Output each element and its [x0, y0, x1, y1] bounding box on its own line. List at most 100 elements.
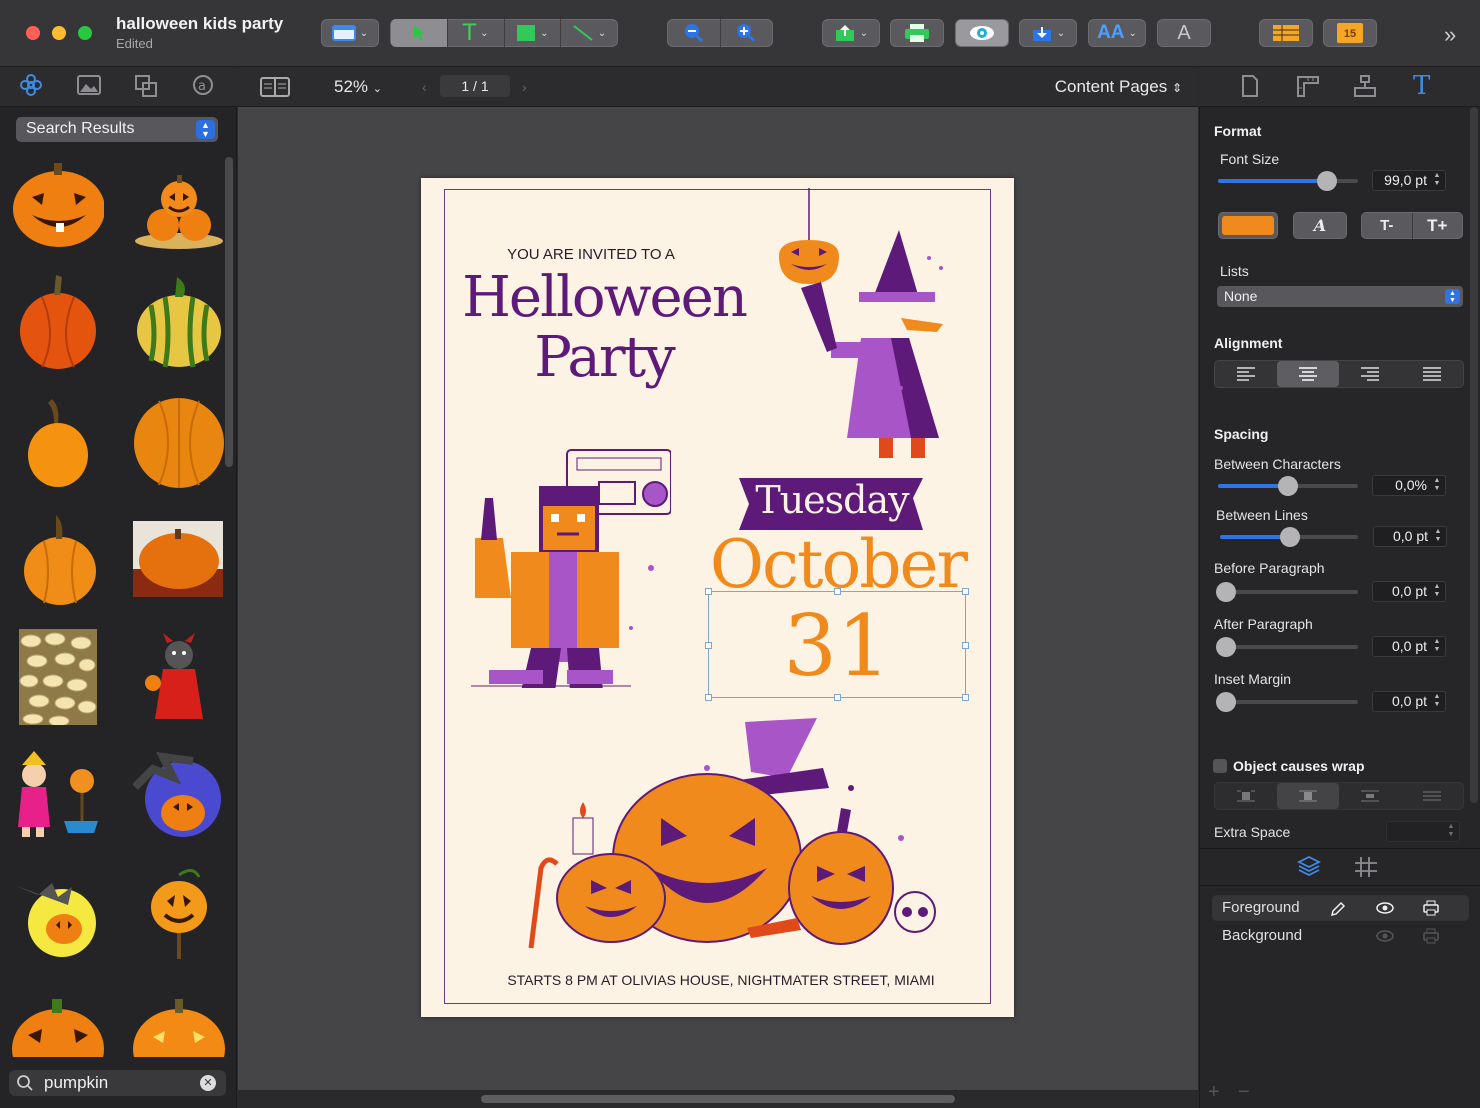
wrap-mode-button[interactable] — [1215, 783, 1277, 809]
line-tool-button[interactable]: ⌄ — [561, 19, 617, 47]
resize-handle[interactable] — [705, 694, 712, 701]
lists-popup[interactable]: None ▲ ▼ — [1217, 286, 1463, 307]
slider-knob[interactable] — [1317, 171, 1338, 191]
eye-icon[interactable] — [1376, 902, 1394, 914]
zoom-out-button[interactable] — [668, 23, 720, 43]
wrap-mode-button[interactable] — [1277, 783, 1339, 809]
pencil-icon[interactable] — [1330, 901, 1346, 917]
arrange-icon[interactable] — [1353, 75, 1377, 97]
align-justify-button[interactable] — [1401, 361, 1463, 387]
eye-icon[interactable] — [1376, 930, 1394, 942]
grid-icon[interactable] — [1355, 857, 1377, 877]
extra-space-field[interactable]: ▲ ▼ — [1386, 821, 1460, 842]
text-tool-button[interactable]: T ⌄ — [448, 19, 504, 47]
stepper-icon[interactable]: ▲ ▼ — [1431, 477, 1443, 494]
clipart-girl-with-pumpkin[interactable] — [12, 747, 104, 843]
increase-font-button[interactable]: T+ — [1413, 216, 1463, 236]
footer-text[interactable]: STARTS 8 PM AT OLIVIAS HOUSE, NIGHTMATER… — [491, 972, 951, 988]
clipart-round-pumpkin[interactable] — [133, 393, 225, 489]
invited-text[interactable]: YOU ARE INVITED TO A — [471, 246, 711, 263]
resize-handle[interactable] — [962, 588, 969, 595]
stepper-icon[interactable]: ▲ ▼ — [1431, 172, 1443, 189]
frankenstein-illustration[interactable] — [471, 438, 671, 688]
between-lines-field[interactable]: 0,0 pt ▲ ▼ — [1373, 526, 1447, 547]
after-paragraph-slider[interactable] — [1216, 637, 1358, 657]
clipart-pumpkin-on-stick[interactable] — [133, 865, 225, 961]
clipart-pumpkin-pile[interactable] — [133, 157, 225, 253]
image-icon[interactable] — [77, 75, 101, 95]
fonts-panel-button[interactable]: A — [1157, 19, 1211, 47]
content-pages-popup[interactable]: Content Pages ⇕ — [1055, 77, 1182, 97]
stepper-icon[interactable]: ▲ ▼ — [1431, 638, 1443, 655]
stepper-icon[interactable]: ▲ ▼ — [1432, 528, 1444, 545]
clipart-carved-pumpkin[interactable] — [12, 993, 104, 1057]
flower-icon[interactable] — [20, 74, 42, 96]
zoom-popup[interactable]: 52% ⌄ — [334, 77, 382, 97]
wrap-checkbox[interactable] — [1213, 759, 1227, 773]
clipart-tall-pumpkin[interactable] — [12, 511, 104, 607]
title-line-2[interactable]: Party — [459, 328, 749, 388]
resize-handle[interactable] — [834, 588, 841, 595]
pumpkins-illustration[interactable] — [511, 708, 961, 958]
document-canvas[interactable]: YOU ARE INVITED TO A Helloween Party Tue… — [238, 107, 1198, 1090]
document-icon[interactable] — [1241, 75, 1259, 97]
align-right-button[interactable] — [1339, 361, 1401, 387]
document-page[interactable]: YOU ARE INVITED TO A Helloween Party Tue… — [421, 178, 1014, 1017]
shapes-icon[interactable] — [135, 75, 157, 97]
resize-handle[interactable] — [962, 642, 969, 649]
clipart-small-pumpkin[interactable] — [12, 393, 104, 489]
ruler-icon[interactable] — [1296, 75, 1320, 97]
previous-page-button[interactable]: ‹ — [422, 79, 427, 95]
table-button[interactable] — [1259, 19, 1313, 47]
export-button[interactable]: ⌄ — [1019, 19, 1077, 47]
library-scrollbar[interactable] — [225, 157, 233, 467]
clipart-jack-o-lantern[interactable] — [12, 157, 104, 253]
inset-margin-field[interactable]: 0,0 pt ▲ ▼ — [1372, 691, 1446, 712]
title-line-1[interactable]: Helloween — [459, 270, 749, 326]
search-input[interactable]: pumpkin — [44, 1073, 108, 1093]
font-color-well[interactable] — [1218, 212, 1278, 239]
text-selection-box[interactable] — [705, 588, 969, 701]
text-inspector-icon[interactable]: T — [1413, 71, 1430, 101]
font-panel-button[interactable]: A — [1293, 212, 1347, 239]
font-size-slider[interactable] — [1218, 171, 1358, 191]
printer-icon[interactable] — [1423, 928, 1439, 944]
resize-handle[interactable] — [705, 642, 712, 649]
shape-tool-button[interactable]: ⌄ — [505, 19, 561, 47]
resize-handle[interactable] — [962, 694, 969, 701]
toolbar-overflow-icon[interactable]: » — [1444, 22, 1456, 48]
stepper-icon[interactable]: ▲ ▼ — [1445, 823, 1457, 840]
slider-knob[interactable] — [1280, 527, 1300, 547]
canvas-horizontal-scrollbar[interactable] — [238, 1090, 1198, 1108]
resize-handle[interactable] — [705, 588, 712, 595]
clipart-pumpkin-photo[interactable] — [133, 511, 223, 607]
wrap-mode-button[interactable] — [1339, 783, 1401, 809]
calendar-button[interactable]: 15 — [1323, 19, 1377, 47]
clipart-pumpkin-night[interactable] — [133, 747, 225, 843]
layer-row[interactable]: Foreground — [1212, 895, 1469, 921]
clipart-devil-rat[interactable] — [133, 629, 225, 725]
scroll-thumb[interactable] — [481, 1095, 955, 1103]
slider-knob[interactable] — [1216, 692, 1236, 712]
library-source-popup[interactable]: Search Results ▲ ▼ — [16, 117, 218, 142]
close-window-button[interactable] — [26, 26, 40, 40]
before-paragraph-field[interactable]: 0,0 pt ▲ ▼ — [1372, 581, 1446, 602]
add-layer-button[interactable]: + — [1208, 1081, 1220, 1104]
font-size-field[interactable]: 99,0 pt ▲ ▼ — [1372, 170, 1446, 191]
library-search-field[interactable]: pumpkin ✕ — [9, 1070, 226, 1096]
layers-icon[interactable] — [1297, 855, 1321, 877]
resize-handle[interactable] — [834, 694, 841, 701]
align-left-button[interactable] — [1215, 361, 1277, 387]
page-layout-icon[interactable] — [260, 77, 290, 97]
clipart-bat-moon[interactable] — [12, 865, 104, 961]
printer-icon[interactable] — [1423, 900, 1439, 916]
minimize-window-button[interactable] — [52, 26, 66, 40]
clear-search-icon[interactable]: ✕ — [200, 1075, 216, 1091]
wrap-mode-button[interactable] — [1401, 783, 1463, 809]
stepper-icon[interactable]: ▲ ▼ — [1431, 583, 1443, 600]
before-paragraph-slider[interactable] — [1216, 582, 1358, 602]
zoom-window-button[interactable] — [78, 26, 92, 40]
clipart-pumpkin-seeds[interactable] — [12, 629, 104, 725]
stepper-icon[interactable]: ▲ ▼ — [1431, 693, 1443, 710]
preview-button[interactable] — [955, 19, 1009, 47]
